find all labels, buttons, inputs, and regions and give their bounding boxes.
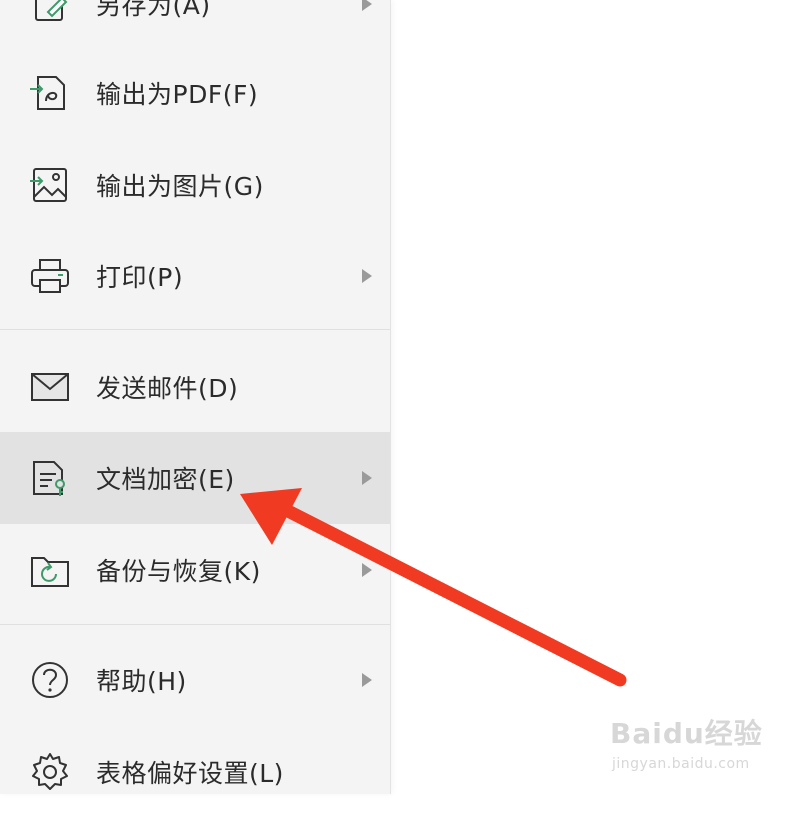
watermark-url: jingyan.baidu.com xyxy=(612,756,750,772)
menu-item-save-as[interactable]: 另存为(A) xyxy=(0,0,390,50)
menu-item-export-pdf[interactable]: 输出为PDF(F) xyxy=(0,47,390,139)
chevron-right-icon xyxy=(362,471,372,485)
mail-icon xyxy=(28,365,72,409)
menu-divider xyxy=(0,329,390,330)
menu-divider xyxy=(0,624,390,625)
menu-item-label: 备份与恢复(K) xyxy=(96,557,261,586)
help-icon xyxy=(28,658,72,702)
watermark-logo: Baidu经验 xyxy=(610,717,763,750)
menu-item-label: 表格偏好设置(L) xyxy=(96,759,284,788)
menu-item-label: 文档加密(E) xyxy=(96,465,235,494)
menu-item-send-mail[interactable]: 发送邮件(D) xyxy=(0,341,390,433)
menu-item-label: 帮助(H) xyxy=(96,667,187,696)
menu-item-label: 发送邮件(D) xyxy=(96,374,239,403)
chevron-right-icon xyxy=(362,673,372,687)
menu-item-label: 另存为(A) xyxy=(96,0,211,20)
backup-restore-icon xyxy=(28,548,72,592)
save-as-icon xyxy=(28,0,72,26)
menu-item-document-encrypt[interactable]: 文档加密(E) xyxy=(0,432,390,524)
menu-item-label: 打印(P) xyxy=(96,263,184,292)
export-pdf-icon xyxy=(28,71,72,115)
chevron-right-icon xyxy=(362,563,372,577)
watermark: Baidu经验 jingyan.baidu.com xyxy=(610,712,770,782)
printer-icon xyxy=(28,254,72,298)
menu-item-preferences[interactable]: 表格偏好设置(L) xyxy=(0,726,390,818)
document-encrypt-icon xyxy=(28,456,72,500)
export-image-icon xyxy=(28,163,72,207)
menu-item-export-image[interactable]: 输出为图片(G) xyxy=(0,139,390,231)
menu-item-help[interactable]: 帮助(H) xyxy=(0,634,390,726)
menu-item-label: 输出为PDF(F) xyxy=(96,80,259,109)
chevron-right-icon xyxy=(362,269,372,283)
menu-item-label: 输出为图片(G) xyxy=(96,172,264,201)
menu-item-print[interactable]: 打印(P) xyxy=(0,230,390,322)
settings-gear-icon xyxy=(28,750,72,794)
file-menu-panel: 另存为(A) 输出为PDF(F) 输出为图片(G) 打印(P) 发送邮件(D) xyxy=(0,0,391,794)
chevron-right-icon xyxy=(362,0,372,11)
menu-item-backup-restore[interactable]: 备份与恢复(K) xyxy=(0,524,390,616)
